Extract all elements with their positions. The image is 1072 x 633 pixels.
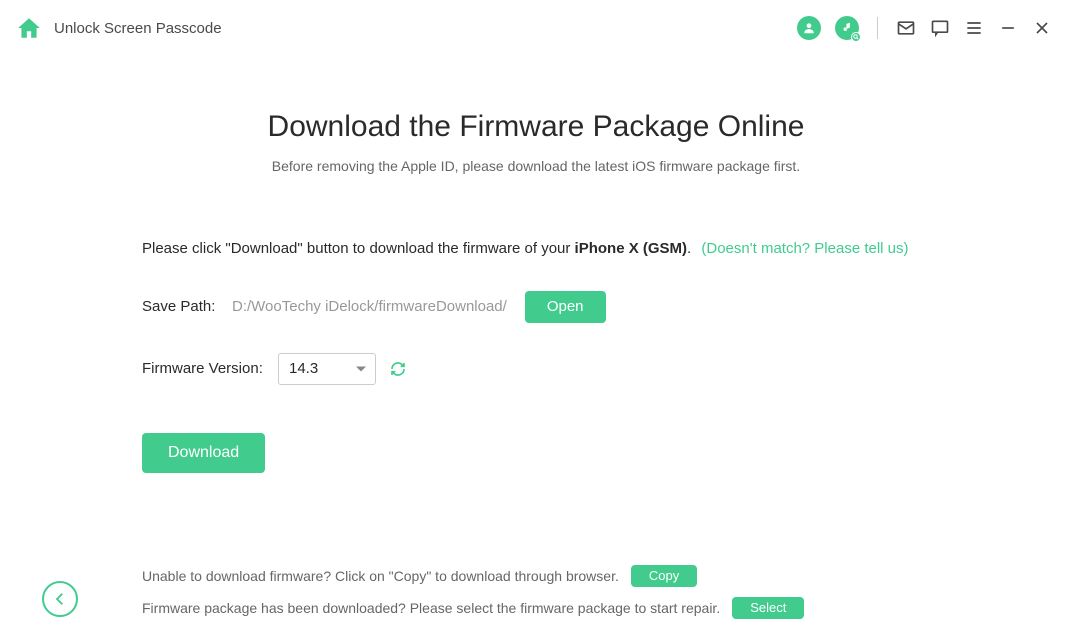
mail-icon[interactable] bbox=[896, 18, 916, 38]
firmware-version-select[interactable]: 14.3 bbox=[278, 353, 376, 385]
subtitle: Before removing the Apple ID, please dow… bbox=[142, 158, 930, 174]
select-button[interactable]: Select bbox=[732, 597, 804, 619]
save-path-label: Save Path: bbox=[142, 298, 232, 315]
save-path-value: D:/WooTechy iDelock/firmwareDownload/ bbox=[232, 298, 507, 315]
firmware-version-label: Firmware Version: bbox=[142, 360, 278, 377]
refresh-icon[interactable] bbox=[390, 361, 406, 377]
instruction-text: Please click "Download" button to downlo… bbox=[142, 238, 930, 261]
open-button[interactable]: Open bbox=[525, 291, 606, 323]
music-search-icon[interactable] bbox=[835, 16, 859, 40]
minimize-icon[interactable] bbox=[998, 18, 1018, 38]
divider bbox=[877, 17, 878, 39]
copy-hint-text: Unable to download firmware? Click on "C… bbox=[142, 568, 619, 584]
instruction-suffix: . bbox=[687, 240, 691, 257]
device-model: iPhone X (GSM) bbox=[575, 240, 688, 257]
user-icon[interactable] bbox=[797, 16, 821, 40]
menu-icon[interactable] bbox=[964, 18, 984, 38]
page-title: Unlock Screen Passcode bbox=[54, 20, 222, 37]
download-button[interactable]: Download bbox=[142, 433, 265, 473]
copy-button[interactable]: Copy bbox=[631, 565, 697, 587]
main-heading: Download the Firmware Package Online bbox=[142, 110, 930, 144]
instruction-prefix: Please click "Download" button to downlo… bbox=[142, 240, 575, 257]
close-icon[interactable] bbox=[1032, 18, 1052, 38]
home-icon[interactable] bbox=[16, 15, 42, 41]
feedback-icon[interactable] bbox=[930, 18, 950, 38]
back-button[interactable] bbox=[42, 581, 78, 617]
select-hint-text: Firmware package has been downloaded? Pl… bbox=[142, 600, 720, 616]
tell-us-link[interactable]: (Doesn't match? Please tell us) bbox=[701, 240, 908, 257]
